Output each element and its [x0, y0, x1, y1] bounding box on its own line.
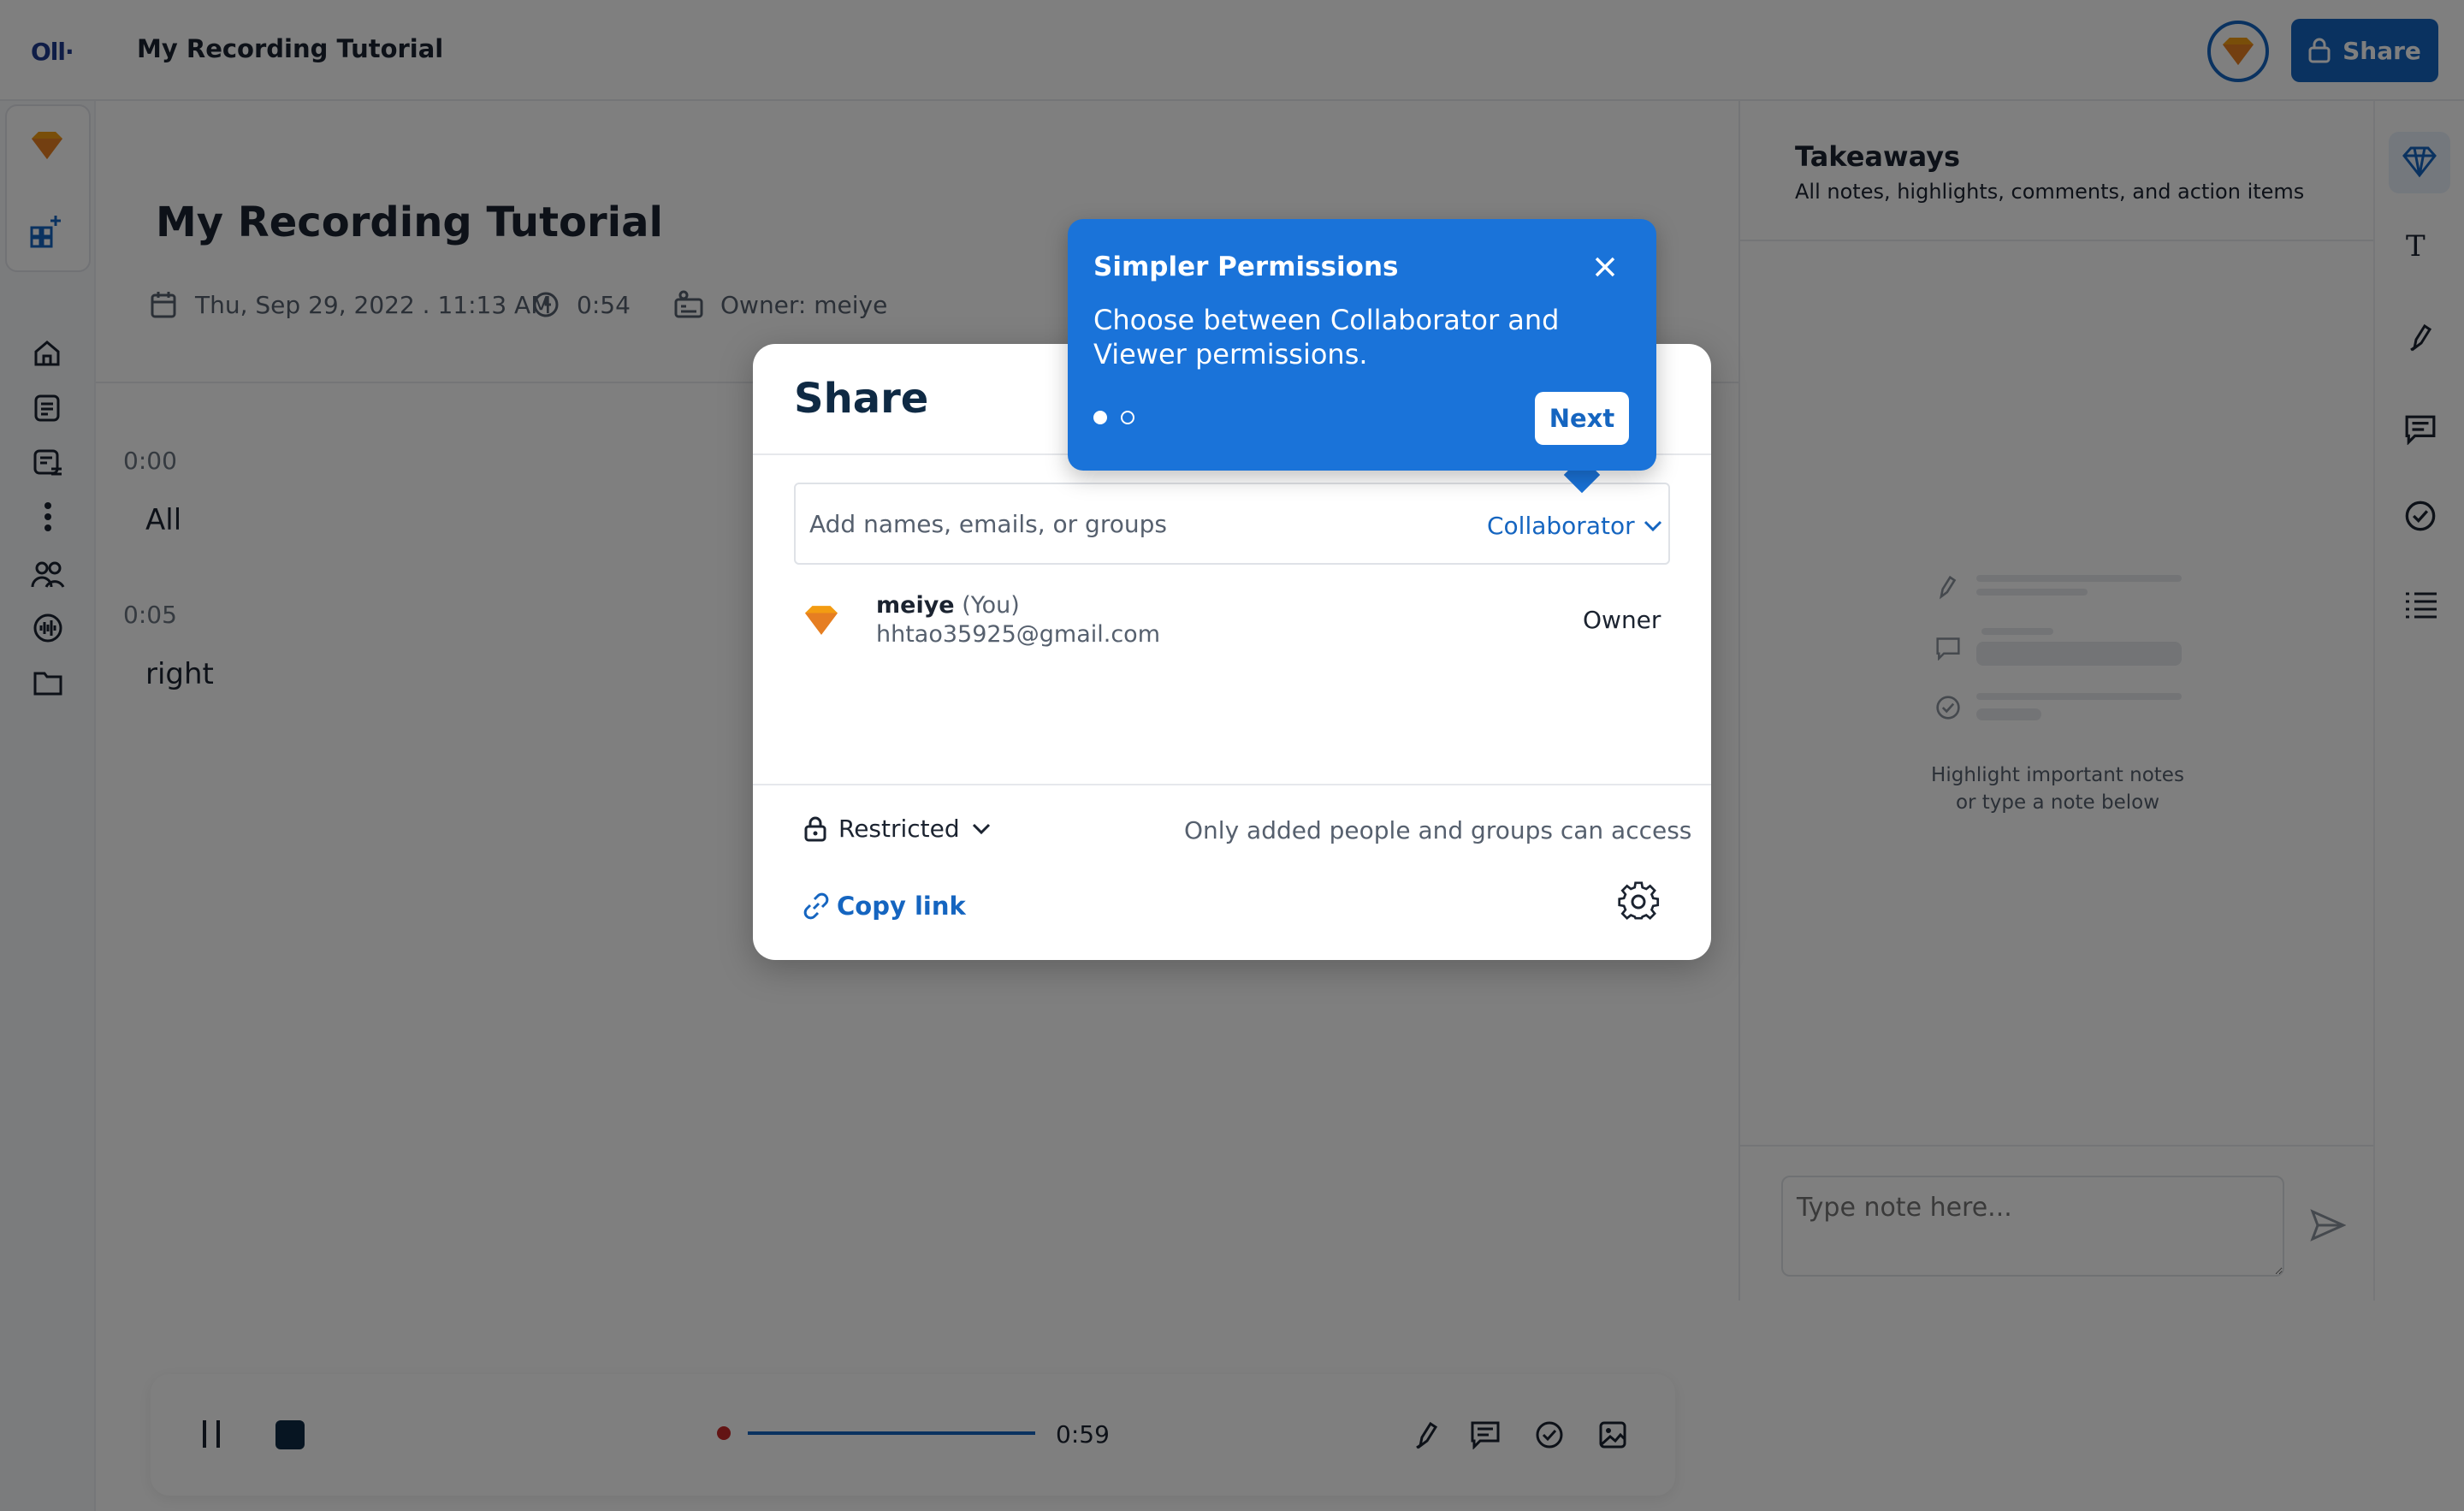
member-email: hhtao35925@gmail.com: [876, 621, 1161, 648]
share-dialog-title: Share: [794, 375, 929, 423]
tooltip-title: Simpler Permissions: [1093, 252, 1399, 282]
tooltip-step-dot: [1121, 411, 1134, 424]
gear-icon[interactable]: [1617, 881, 1660, 924]
close-icon[interactable]: [1593, 255, 1617, 279]
member-avatar-icon: [805, 606, 838, 635]
role-select[interactable]: Collaborator: [1487, 512, 1662, 540]
copy-link-button[interactable]: Copy link: [803, 892, 966, 921]
access-description: Only added people and groups can access: [1184, 816, 1692, 844]
member-you-tag: (You): [962, 592, 1020, 619]
chevron-down-icon: [972, 823, 990, 834]
dialog-divider: [753, 784, 1711, 785]
general-access-select[interactable]: Restricted: [804, 815, 991, 843]
lock-icon: [804, 816, 826, 841]
member-name: meiye: [876, 592, 955, 619]
tooltip-next-button[interactable]: Next: [1535, 392, 1629, 445]
chevron-down-icon: [1644, 520, 1661, 531]
add-people-placeholder: Add names, emails, or groups: [809, 510, 1167, 538]
general-access-label: Restricted: [838, 815, 960, 843]
tooltip-body: Choose between Collaborator and Viewer p…: [1093, 304, 1560, 370]
member-name-row: meiye (You): [876, 592, 1020, 619]
member-role: Owner: [1583, 606, 1661, 634]
role-select-label: Collaborator: [1487, 512, 1635, 540]
copy-link-label: Copy link: [837, 892, 966, 921]
tooltip-step-dot-active: [1093, 411, 1107, 424]
link-icon: [803, 892, 829, 920]
